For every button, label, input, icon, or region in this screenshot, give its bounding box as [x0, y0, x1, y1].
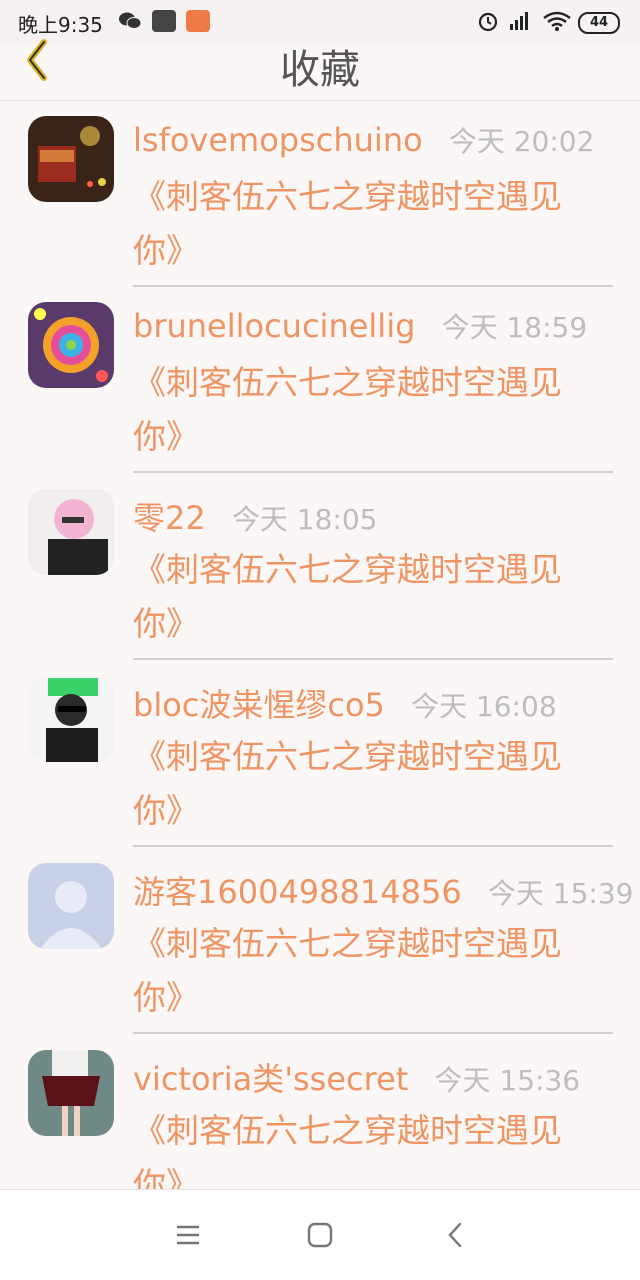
- alarm-icon: [478, 12, 498, 32]
- app-icon: [186, 10, 210, 32]
- item-content[interactable]: 《刺客伍六七之穿越时空遇见你》: [133, 917, 603, 1025]
- user-name-text: lsfovemopschuino: [133, 121, 423, 159]
- wifi-icon: [543, 11, 571, 31]
- avatar[interactable]: [28, 863, 114, 949]
- user-name: bloc波粜惺缪co5 今天 16:08: [133, 680, 557, 726]
- divider: [133, 285, 613, 287]
- user-name: brunellocucinellig 今天 18:59: [133, 306, 587, 346]
- avatar[interactable]: [28, 1050, 114, 1136]
- user-name-text: brunellocucinellig: [133, 307, 416, 345]
- list-item[interactable]: bloc波粜惺缪co5 今天 16:08 《刺客伍六七之穿越时空遇见你》: [0, 668, 640, 855]
- user-name: 零22 今天 18:05: [133, 493, 378, 539]
- wechat-icon: [119, 12, 142, 29]
- avatar[interactable]: [28, 116, 114, 202]
- avatar[interactable]: [28, 676, 114, 762]
- avatar[interactable]: [28, 302, 114, 388]
- user-name: victoria类'ssecret 今天 15:36: [133, 1054, 580, 1100]
- menu-icon[interactable]: [173, 1220, 203, 1250]
- item-content[interactable]: 《刺客伍六七之穿越时空遇见你》: [133, 356, 603, 464]
- user-name-text: victoria类'ssecret: [133, 1060, 409, 1098]
- user-name-text: 游客1600498814856: [133, 873, 462, 911]
- mi-store-icon: [152, 10, 176, 32]
- top-app-bar: 收藏: [0, 39, 640, 101]
- status-bar: 晚上9:35 44: [0, 0, 640, 44]
- item-content[interactable]: 《刺客伍六七之穿越时空遇见你》: [133, 543, 603, 651]
- list-item[interactable]: 零22 今天 18:05 《刺客伍六七之穿越时空遇见你》: [0, 481, 640, 668]
- divider: [133, 845, 613, 847]
- list-item[interactable]: 游客1600498814856 今天 15:39 《刺客伍六七之穿越时空遇见你》: [0, 855, 640, 1042]
- list-item[interactable]: brunellocucinellig 今天 18:59 《刺客伍六七之穿越时空遇…: [0, 294, 640, 481]
- item-content[interactable]: 《刺客伍六七之穿越时空遇见你》: [133, 730, 603, 838]
- list-item[interactable]: victoria类'ssecret 今天 15:36 《刺客伍六七之穿越时空遇见…: [0, 1042, 640, 1190]
- user-name: lsfovemopschuino 今天 20:02: [133, 120, 594, 160]
- status-time: 晚上9:35: [18, 13, 103, 37]
- home-square-icon[interactable]: [305, 1220, 335, 1250]
- favorites-list: lsfovemopschuino 今天 20:02 《刺客伍六七之穿越时空遇见你…: [0, 100, 640, 1190]
- timestamp: 今天 20:02: [448, 125, 595, 158]
- timestamp: 今天 15:36: [434, 1064, 581, 1097]
- item-content[interactable]: 《刺客伍六七之穿越时空遇见你》: [133, 170, 603, 278]
- page-title: 收藏: [280, 47, 360, 93]
- user-name: 游客1600498814856 今天 15:39: [133, 867, 633, 913]
- timestamp: 今天 15:39: [487, 877, 634, 910]
- avatar[interactable]: [28, 489, 114, 575]
- back-chevron-icon[interactable]: [440, 1220, 470, 1250]
- timestamp: 今天 18:05: [231, 503, 378, 536]
- item-content[interactable]: 《刺客伍六七之穿越时空遇见你》: [133, 1104, 603, 1190]
- battery-icon: 44: [578, 12, 620, 34]
- divider: [133, 1032, 613, 1034]
- divider: [133, 658, 613, 660]
- user-name-text: bloc波粜惺缪co5: [133, 686, 385, 724]
- divider: [133, 471, 613, 473]
- list-item[interactable]: lsfovemopschuino 今天 20:02 《刺客伍六七之穿越时空遇见你…: [0, 108, 640, 295]
- user-name-text: 零22: [133, 499, 206, 537]
- timestamp: 今天 16:08: [411, 690, 557, 723]
- system-navigation-bar: [0, 1189, 640, 1280]
- timestamp: 今天 18:59: [441, 311, 588, 344]
- signal-icon: [510, 12, 528, 30]
